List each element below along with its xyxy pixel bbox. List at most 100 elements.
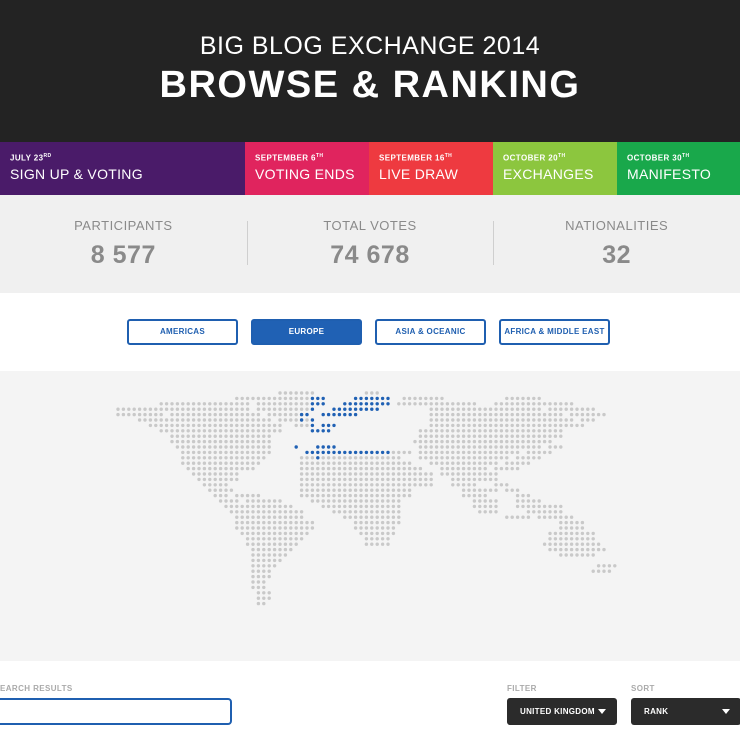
map-dot xyxy=(451,477,455,482)
map-dot xyxy=(364,520,369,525)
world-map-svg[interactable] xyxy=(0,371,740,661)
map-dot xyxy=(559,402,563,406)
map-dot xyxy=(499,434,504,438)
map-dot xyxy=(154,407,158,411)
map-dot xyxy=(375,493,379,498)
map-dot xyxy=(186,434,190,438)
map-dot xyxy=(548,423,552,428)
map-dot xyxy=(494,434,498,438)
stat-participants: PARTICIPANTS 8 577 xyxy=(0,195,247,293)
map-dot xyxy=(586,553,590,557)
sort-select[interactable]: RANK xyxy=(631,698,740,725)
map-dot xyxy=(197,461,201,465)
map-dot xyxy=(299,510,304,514)
map-dot xyxy=(488,445,493,449)
map-dot-europe xyxy=(316,429,320,433)
map-dot xyxy=(380,520,385,525)
map-dot xyxy=(429,429,433,433)
map-dot xyxy=(515,515,520,519)
map-dot xyxy=(364,537,369,541)
map-dot xyxy=(580,526,585,530)
map-dot xyxy=(143,418,147,422)
map-dot xyxy=(321,477,325,482)
region-button-americas[interactable]: AMERICAS xyxy=(127,319,238,345)
map-dot-europe xyxy=(353,402,358,406)
map-dot xyxy=(343,499,347,503)
region-button-africa-middle-east[interactable]: AFRICA & MIDDLE EAST xyxy=(499,319,610,345)
map-dot xyxy=(413,477,417,482)
map-dot xyxy=(483,466,487,471)
map-dot xyxy=(532,402,536,406)
map-dot xyxy=(364,526,369,530)
map-dot xyxy=(175,429,180,433)
map-dot xyxy=(375,510,379,514)
map-dot xyxy=(364,472,369,476)
map-dot xyxy=(235,450,239,455)
map-dot xyxy=(375,461,379,465)
map-dot xyxy=(591,412,595,417)
map-dot xyxy=(186,461,190,465)
map-dot xyxy=(515,499,520,503)
map-dot xyxy=(229,412,234,417)
search-results-input[interactable] xyxy=(0,698,232,725)
map-dot xyxy=(262,450,266,455)
map-dot xyxy=(267,418,271,422)
map-dot xyxy=(386,499,390,503)
map-dot xyxy=(553,531,558,536)
map-dot xyxy=(478,493,482,498)
map-dot xyxy=(375,499,379,503)
map-dot xyxy=(413,396,417,401)
timeline-item-exchanges[interactable]: OCTOBER 20TH EXCHANGES xyxy=(493,142,617,195)
map-dot xyxy=(175,407,180,411)
timeline-item-voting-ends[interactable]: SEPTEMBER 6TH VOTING ENDS xyxy=(245,142,369,195)
map-dot xyxy=(170,412,174,417)
map-dot xyxy=(483,412,487,417)
map-dot xyxy=(505,418,509,422)
timeline-item-sign-up[interactable]: JULY 23RD SIGN UP & VOTING xyxy=(0,142,245,195)
map-dot xyxy=(548,412,552,417)
map-dot xyxy=(364,483,369,487)
map-dot xyxy=(537,510,541,514)
map-dot xyxy=(370,504,374,509)
map-dot xyxy=(445,456,450,460)
region-button-europe[interactable]: EUROPE xyxy=(251,319,362,345)
map-dot xyxy=(240,412,244,417)
map-dot xyxy=(542,412,547,417)
map-dot xyxy=(586,418,590,422)
map-dot xyxy=(537,407,541,411)
map-dot xyxy=(267,434,271,438)
map-dot xyxy=(397,499,401,503)
map-dot-europe xyxy=(343,412,347,417)
map-dot xyxy=(569,547,574,552)
map-dot xyxy=(461,493,466,498)
map-dot xyxy=(272,499,277,503)
map-dot xyxy=(391,483,396,487)
timeline-item-manifesto[interactable]: OCTOBER 30TH MANIFESTO xyxy=(617,142,740,195)
timeline-date-suffix: TH xyxy=(444,153,453,159)
region-button-asia-oceanic[interactable]: ASIA & OCEANIC xyxy=(375,319,486,345)
map-dot xyxy=(337,472,342,476)
map-dot xyxy=(467,407,471,411)
map-dot xyxy=(235,439,239,444)
stats-bar: PARTICIPANTS 8 577 TOTAL VOTES 74 678 NA… xyxy=(0,195,740,293)
map-dot xyxy=(359,520,363,525)
timeline-item-live-draw[interactable]: SEPTEMBER 16TH LIVE DRAW xyxy=(369,142,493,195)
map-dot xyxy=(375,504,379,509)
filter-select[interactable]: UNITED KINGDOM xyxy=(507,698,617,725)
map-dot xyxy=(602,412,606,417)
map-dot xyxy=(283,407,288,411)
map-dot xyxy=(596,412,601,417)
map-dot xyxy=(272,396,277,401)
map-dot xyxy=(208,412,212,417)
map-dot xyxy=(186,445,190,449)
map-dot xyxy=(294,418,298,422)
map-dot xyxy=(564,537,568,541)
map-dot xyxy=(542,418,547,422)
map-dot xyxy=(289,504,293,509)
map-dot xyxy=(434,456,439,460)
map-dot xyxy=(191,466,196,471)
map-dot xyxy=(499,450,504,455)
map-dot xyxy=(283,526,288,530)
map-dot xyxy=(515,396,520,401)
map-dot xyxy=(521,418,525,422)
